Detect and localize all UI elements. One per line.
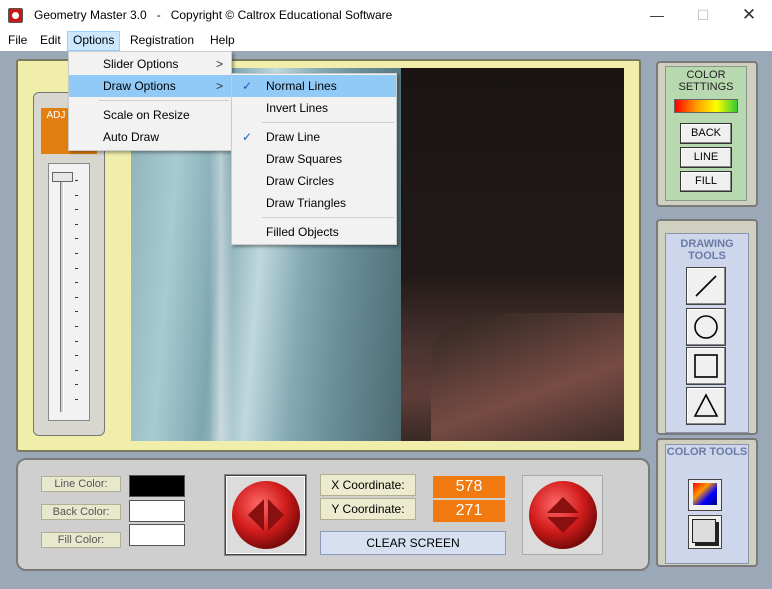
menu-separator bbox=[262, 217, 394, 218]
menu-item-label: Draw Circles bbox=[266, 174, 335, 188]
menu-item-auto-draw[interactable]: Auto Draw bbox=[69, 126, 231, 148]
line-color-swatch[interactable] bbox=[129, 475, 185, 497]
color-gradient-bar[interactable] bbox=[674, 99, 738, 113]
menu-options[interactable]: Options bbox=[67, 31, 121, 51]
circle-tool-icon bbox=[694, 315, 718, 339]
draw-options-submenu: ✓ Normal Lines Invert Lines ✓ Draw Line … bbox=[231, 73, 397, 245]
line-color-label: Line Color: bbox=[41, 476, 121, 492]
triangle-tool-button[interactable] bbox=[686, 387, 726, 425]
slider-tick bbox=[75, 267, 78, 269]
slider-tick bbox=[75, 311, 78, 313]
menu-item-scale-on-resize[interactable]: Scale on Resize bbox=[69, 104, 231, 126]
menu-item-label: Draw Squares bbox=[266, 152, 343, 166]
canvas-image-rocks bbox=[431, 313, 624, 441]
back-color-label: Back Color: bbox=[41, 504, 121, 520]
slider-tick bbox=[75, 384, 78, 386]
fill-color-button[interactable]: FILL bbox=[680, 171, 732, 192]
color-settings-title: COLOR SETTINGS bbox=[678, 69, 734, 93]
menu-file[interactable]: File bbox=[3, 31, 32, 51]
fill-tool-icon bbox=[692, 519, 716, 543]
y-coordinate-label: Y Coordinate: bbox=[320, 498, 416, 520]
slider-tick bbox=[75, 194, 78, 196]
line-tool-icon bbox=[695, 275, 717, 297]
slider-tick bbox=[75, 223, 78, 225]
menu-item-slider-options[interactable]: Slider Options > bbox=[69, 53, 231, 75]
slider-tick bbox=[75, 399, 78, 400]
slider-thumb[interactable] bbox=[52, 172, 73, 182]
fill-color-label: Fill Color: bbox=[41, 532, 121, 548]
close-button[interactable]: ✕ bbox=[726, 0, 772, 31]
square-tool-button[interactable] bbox=[686, 347, 726, 385]
menu-item-label: Draw Triangles bbox=[266, 196, 347, 210]
menu-item-draw-options[interactable]: Draw Options > bbox=[69, 75, 231, 97]
x-coordinate-label: X Coordinate: bbox=[320, 474, 416, 496]
slider-track-box bbox=[48, 163, 90, 421]
menu-item-filled-objects[interactable]: Filled Objects bbox=[232, 221, 396, 243]
menu-item-label: Slider Options bbox=[103, 57, 179, 71]
menu-item-label: Normal Lines bbox=[266, 79, 337, 93]
minimize-button[interactable]: — bbox=[634, 0, 680, 31]
up-down-arrow-icon bbox=[529, 481, 597, 549]
submenu-arrow-icon: > bbox=[215, 57, 223, 71]
window-title: Geometry Master 3.0 - Copyright © Caltro… bbox=[34, 8, 393, 22]
menu-item-draw-circles[interactable]: Draw Circles bbox=[232, 170, 396, 192]
menu-item-draw-squares[interactable]: Draw Squares bbox=[232, 148, 396, 170]
move-vertical-button[interactable] bbox=[522, 475, 603, 555]
menu-item-invert-lines[interactable]: Invert Lines bbox=[232, 97, 396, 119]
line-tool-button[interactable] bbox=[686, 267, 726, 305]
drawing-tools-title: DRAWING TOOLS bbox=[680, 238, 734, 262]
menu-edit[interactable]: Edit bbox=[35, 31, 66, 51]
check-icon: ✓ bbox=[242, 130, 253, 144]
back-color-swatch[interactable] bbox=[129, 500, 185, 522]
x-coordinate-value: 578 bbox=[433, 476, 505, 498]
menu-item-normal-lines[interactable]: ✓ Normal Lines bbox=[232, 75, 396, 97]
app-icon[interactable] bbox=[8, 8, 23, 23]
slider-tick bbox=[75, 355, 78, 357]
menu-item-label: Auto Draw bbox=[103, 130, 160, 144]
slider-tick bbox=[75, 369, 78, 371]
maximize-button[interactable]: ☐ bbox=[680, 0, 726, 31]
slider-tick bbox=[75, 340, 78, 342]
menu-bar: File Edit Options Registration Help bbox=[0, 31, 772, 51]
menu-item-label: Filled Objects bbox=[266, 225, 339, 239]
menu-item-label: Scale on Resize bbox=[103, 108, 190, 122]
slider-tick bbox=[75, 180, 78, 181]
check-icon: ✓ bbox=[242, 79, 253, 93]
slider-tick bbox=[75, 253, 78, 254]
menu-item-draw-triangles[interactable]: Draw Triangles bbox=[232, 192, 396, 214]
menu-item-label: Draw Options bbox=[103, 79, 176, 93]
y-coordinate-value: 271 bbox=[433, 500, 505, 522]
menu-separator bbox=[262, 122, 394, 123]
slider-groove[interactable] bbox=[60, 175, 64, 412]
slider-tick bbox=[75, 326, 78, 327]
slider-tick bbox=[75, 282, 78, 284]
fill-color-swatch[interactable] bbox=[129, 524, 185, 546]
back-color-button[interactable]: BACK bbox=[680, 123, 732, 144]
options-menu: Slider Options > Draw Options > Scale on… bbox=[68, 51, 232, 151]
left-right-arrow-icon bbox=[232, 481, 300, 549]
slider-tick bbox=[75, 209, 78, 211]
menu-help[interactable]: Help bbox=[205, 31, 240, 51]
move-horizontal-button[interactable] bbox=[225, 475, 306, 555]
slider-tick bbox=[75, 296, 78, 298]
color-palette-icon bbox=[693, 483, 717, 505]
triangle-tool-icon bbox=[693, 393, 719, 417]
menu-item-label: Invert Lines bbox=[266, 101, 329, 115]
clear-screen-button[interactable]: CLEAR SCREEN bbox=[320, 531, 506, 555]
menu-item-draw-line[interactable]: ✓ Draw Line bbox=[232, 126, 396, 148]
circle-tool-button[interactable] bbox=[686, 308, 726, 346]
menu-separator bbox=[99, 100, 229, 101]
line-color-button[interactable]: LINE bbox=[680, 147, 732, 168]
square-tool-icon bbox=[694, 354, 718, 378]
menu-item-label: Draw Line bbox=[266, 130, 321, 144]
submenu-arrow-icon: > bbox=[215, 79, 223, 93]
color-tools-title: COLOR TOOLS bbox=[666, 446, 748, 458]
slider-tick bbox=[75, 238, 78, 240]
menu-registration[interactable]: Registration bbox=[125, 31, 199, 51]
